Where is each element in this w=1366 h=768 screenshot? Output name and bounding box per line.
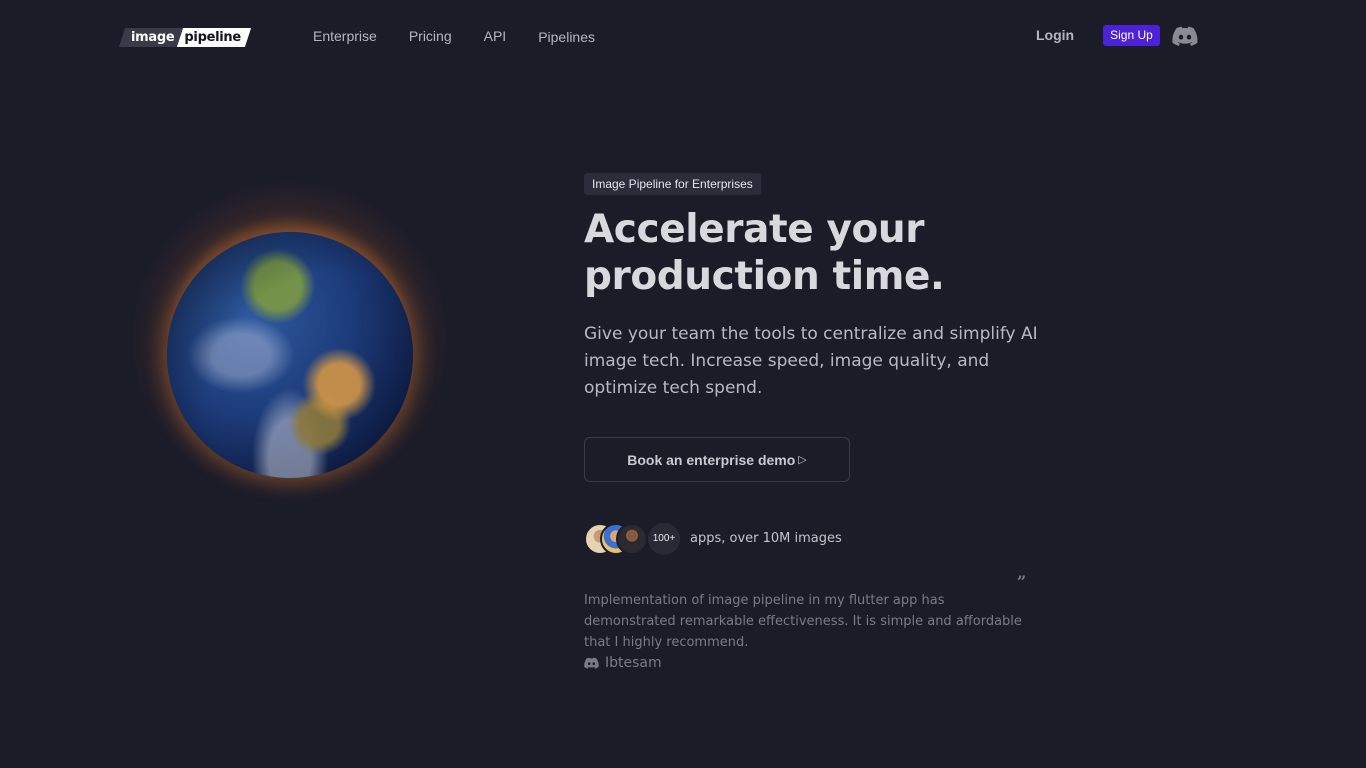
nav-link-pricing[interactable]: Pricing — [409, 26, 452, 46]
discord-icon[interactable] — [1172, 26, 1198, 46]
nav-link-enterprise[interactable]: Enterprise — [313, 26, 377, 46]
apps-count-badge: 100+ — [648, 523, 680, 555]
quote-icon: ” — [1017, 572, 1027, 591]
author-name: Ibtesam — [605, 655, 662, 671]
headline-line-1: Accelerate your — [584, 207, 925, 252]
hero-globe-image — [110, 170, 470, 520]
book-demo-label: Book an enterprise demo — [627, 451, 796, 468]
logo-word-pipeline: pipeline — [180, 28, 248, 47]
play-arrow-icon: ▷ — [798, 454, 807, 466]
eyebrow-badge: Image Pipeline for Enterprises — [584, 173, 761, 195]
book-demo-button[interactable]: Book an enterprise demo ▷ — [584, 437, 850, 482]
avatar — [616, 523, 648, 555]
login-link[interactable]: Login — [1036, 26, 1074, 44]
nav-link-api[interactable]: API — [484, 26, 507, 46]
main-nav: Enterprise Pricing API Pipelines — [313, 26, 627, 47]
discord-icon — [584, 657, 599, 669]
testimonial-author: Ibtesam — [584, 655, 662, 671]
signup-button[interactable]: Sign Up — [1103, 25, 1160, 46]
logo[interactable]: image pipeline — [122, 28, 249, 47]
social-proof-text: apps, over 10M images — [690, 531, 842, 546]
nav-link-pipelines[interactable]: Pipelines — [538, 27, 595, 47]
user-avatars — [584, 523, 648, 555]
hero-headline: Accelerate your production time. — [584, 206, 1064, 300]
hero-subtext: Give your team the tools to centralize a… — [584, 324, 1038, 398]
earth-globe — [167, 232, 413, 478]
headline-line-2: production time. — [584, 254, 945, 299]
testimonial-text: Implementation of image pipeline in my f… — [584, 593, 1022, 650]
logo-word-image: image — [122, 28, 180, 47]
